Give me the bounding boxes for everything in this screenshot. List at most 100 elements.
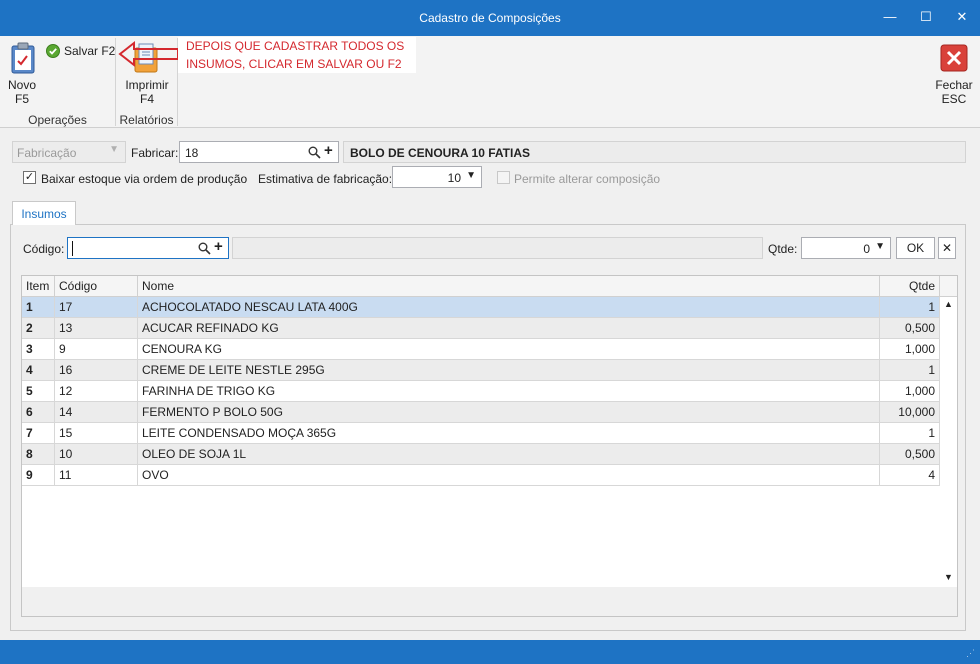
table-row[interactable]: 2 13 ACUCAR REFINADO KG 0,500: [22, 318, 940, 339]
novo-label: Novo: [7, 78, 36, 92]
table-row[interactable]: 1 17 ACHOCOLATADO NESCAU LATA 400G 1: [22, 297, 940, 318]
cell-nome: CENOURA KG: [138, 339, 880, 359]
ok-button[interactable]: OK: [896, 237, 935, 259]
imprimir-shortcut: F4: [139, 92, 154, 106]
plus-icon[interactable]: +: [324, 142, 333, 159]
cell-codigo: 15: [55, 423, 138, 443]
cell-codigo: 16: [55, 360, 138, 380]
cell-codigo: 17: [55, 297, 138, 317]
cell-nome: FARINHA DE TRIGO KG: [138, 381, 880, 401]
column-header-nome[interactable]: Nome: [138, 276, 880, 297]
window-title: Cadastro de Composições: [419, 11, 561, 25]
codigo-label: Código:: [23, 242, 65, 256]
cell-qtde: 1,000: [880, 339, 940, 359]
resize-grip-icon[interactable]: ⋰: [966, 648, 976, 658]
codigo-input[interactable]: +: [67, 237, 229, 259]
chevron-down-icon[interactable]: ▼: [875, 241, 885, 252]
estimativa-label: Estimativa de fabricação:: [258, 172, 393, 186]
cell-codigo: 12: [55, 381, 138, 401]
baixar-estoque-checkbox[interactable]: ✓: [23, 171, 36, 184]
green-check-icon: [46, 44, 60, 58]
fabricar-field[interactable]: 18 +: [179, 141, 339, 163]
imprimir-label: Imprimir: [125, 78, 169, 92]
cell-codigo: 10: [55, 444, 138, 464]
left-arrow-outline-icon: [118, 40, 179, 68]
relatorios-group-label: Relatórios: [119, 113, 174, 127]
permite-alterar-checkbox: [497, 171, 510, 184]
table-row[interactable]: 4 16 CREME DE LEITE NESTLE 295G 1: [22, 360, 940, 381]
cell-codigo: 14: [55, 402, 138, 422]
cell-item: 8: [22, 444, 55, 464]
novo-shortcut: F5: [14, 92, 29, 106]
cell-item: 3: [22, 339, 55, 359]
fechar-shortcut: ESC: [941, 92, 967, 106]
maximize-button[interactable]: ☐: [914, 6, 938, 28]
estimativa-value: 10: [447, 171, 461, 185]
cell-item: 1: [22, 297, 55, 317]
cell-qtde: 1: [880, 360, 940, 380]
vertical-scrollbar[interactable]: ▲ ▼: [940, 297, 957, 587]
title-bar: Cadastro de Composições — ☐ ✕: [0, 0, 980, 36]
table-footer: [21, 587, 958, 617]
column-header-item[interactable]: Item: [22, 276, 55, 297]
tab-insumos[interactable]: Insumos: [12, 201, 76, 225]
qtde-field[interactable]: 0 ▼: [801, 237, 891, 259]
cell-item: 6: [22, 402, 55, 422]
operacoes-group-label: Operações: [28, 113, 87, 127]
instruction-annotation: DEPOIS QUE CADASTRAR TODOS OS INSUMOS, C…: [178, 37, 416, 73]
cell-item: 2: [22, 318, 55, 338]
salvar-button[interactable]: Salvar F2: [44, 42, 116, 60]
permite-alterar-label: Permite alterar composição: [514, 172, 661, 186]
cell-item: 9: [22, 465, 55, 485]
produto-nome: BOLO DE CENOURA 10 FATIAS: [350, 146, 531, 160]
close-window-button[interactable]: ✕: [950, 6, 974, 28]
cell-codigo: 9: [55, 339, 138, 359]
annotation-line-2: INSUMOS, CLICAR EM SALVAR OU F2: [186, 57, 402, 71]
column-header-qtde[interactable]: Qtde: [880, 276, 940, 297]
cell-qtde: 0,500: [880, 318, 940, 338]
cell-codigo: 11: [55, 465, 138, 485]
cell-qtde: 1,000: [880, 381, 940, 401]
search-icon[interactable]: [308, 146, 321, 159]
fabricar-value: 18: [185, 146, 199, 160]
cell-item: 5: [22, 381, 55, 401]
table-row[interactable]: 9 11 OVO 4: [22, 465, 940, 486]
cell-qtde: 10,000: [880, 402, 940, 422]
baixar-estoque-label: Baixar estoque via ordem de produção: [41, 172, 248, 186]
cell-nome: ACHOCOLATADO NESCAU LATA 400G: [138, 297, 880, 317]
cell-qtde: 1: [880, 423, 940, 443]
insumo-descricao-field: [232, 237, 763, 259]
search-icon[interactable]: [198, 242, 211, 255]
scroll-down-icon[interactable]: ▼: [944, 572, 953, 582]
remove-insumo-button[interactable]: ✕: [938, 237, 956, 259]
cell-nome: OVO: [138, 465, 880, 485]
chevron-down-icon: ▼: [109, 144, 119, 155]
cell-nome: CREME DE LEITE NESTLE 295G: [138, 360, 880, 380]
text-cursor: [72, 241, 73, 256]
cell-nome: OLEO DE SOJA 1L: [138, 444, 880, 464]
minimize-button[interactable]: —: [878, 6, 902, 28]
qtde-label: Qtde:: [768, 242, 798, 256]
fechar-button[interactable]: Fechar ESC: [930, 42, 978, 108]
estimativa-field[interactable]: 10 ▼: [392, 166, 482, 188]
table-row[interactable]: 5 12 FARINHA DE TRIGO KG 1,000: [22, 381, 940, 402]
table-row[interactable]: 8 10 OLEO DE SOJA 1L 0,500: [22, 444, 940, 465]
chevron-down-icon[interactable]: ▼: [466, 170, 476, 181]
tipo-select: Fabricação ▼: [12, 141, 126, 163]
fabricar-label: Fabricar:: [131, 146, 179, 160]
close-red-icon: [940, 44, 968, 72]
plus-icon[interactable]: +: [214, 238, 223, 255]
status-bar: ⋰: [0, 640, 980, 664]
table-row[interactable]: 3 9 CENOURA KG 1,000: [22, 339, 940, 360]
novo-button[interactable]: Novo F5: [4, 40, 40, 108]
produto-nome-field: BOLO DE CENOURA 10 FATIAS: [343, 141, 966, 163]
scroll-up-icon[interactable]: ▲: [944, 299, 953, 309]
table-row[interactable]: 7 15 LEITE CONDENSADO MOÇA 365G 1: [22, 423, 940, 444]
cell-nome: ACUCAR REFINADO KG: [138, 318, 880, 338]
tipo-value: Fabricação: [17, 146, 77, 160]
table-row[interactable]: 6 14 FERMENTO P BOLO 50G 10,000: [22, 402, 940, 423]
column-header-codigo[interactable]: Código: [55, 276, 138, 297]
qtde-value: 0: [863, 242, 870, 256]
cell-codigo: 13: [55, 318, 138, 338]
cell-qtde: 0,500: [880, 444, 940, 464]
